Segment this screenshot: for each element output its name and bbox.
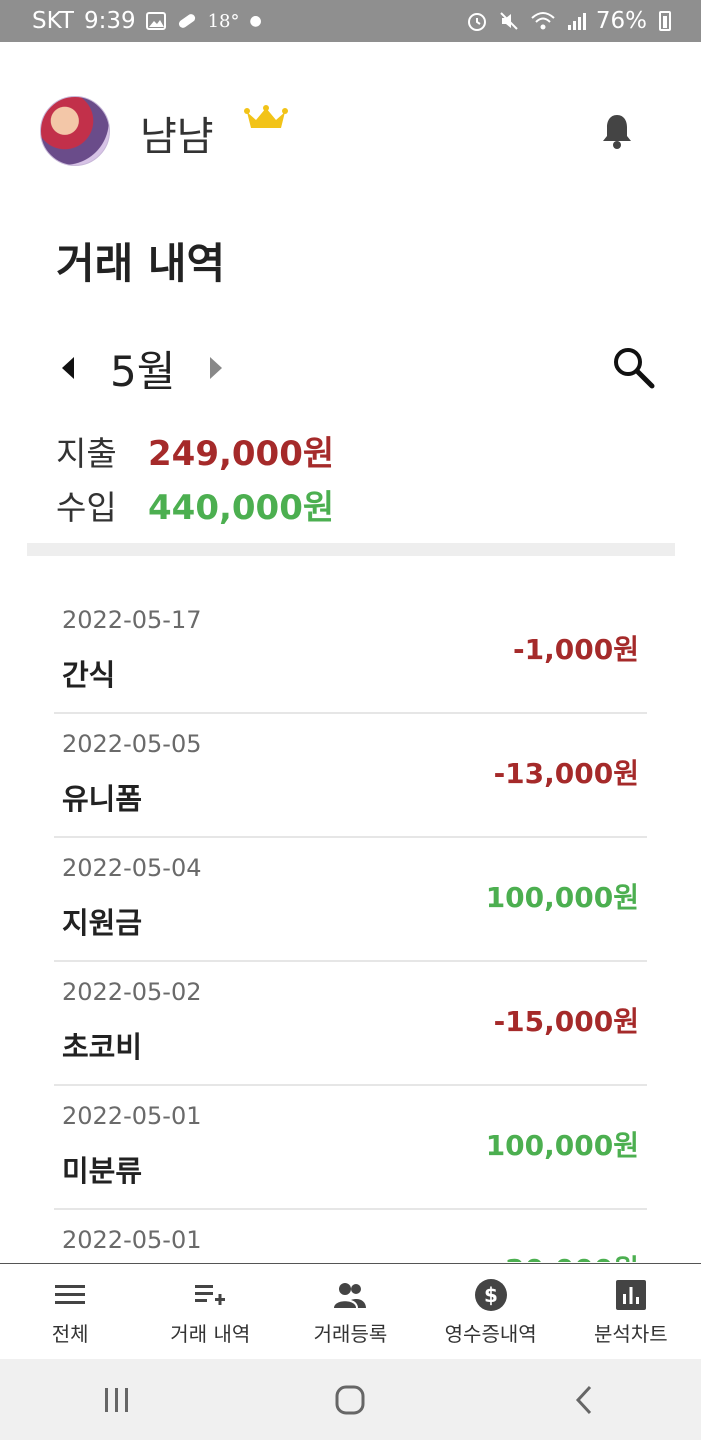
home-icon[interactable] — [320, 1380, 380, 1420]
wifi-icon — [531, 12, 555, 30]
transaction-row[interactable]: 2022-05-17 간식 -1,000원 — [54, 590, 647, 714]
list-add-icon — [195, 1284, 226, 1305]
income-label: 수입 — [56, 488, 117, 527]
username: 냠냠 — [140, 114, 214, 160]
nav-item-analysis[interactable]: 분석차트 — [561, 1278, 701, 1347]
transaction-amount: -15,000원 — [493, 1005, 639, 1038]
people-icon — [334, 1282, 367, 1308]
transaction-date: 2022-05-04 — [62, 854, 202, 882]
transaction-date: 2022-05-02 — [62, 978, 202, 1006]
image-icon — [145, 12, 166, 30]
signal-icon — [567, 13, 586, 30]
dot-icon: ● — [249, 13, 262, 29]
bottom-nav: 전체 거래 내역 거래등록 $ 영수증내역 분석차트 — [0, 1263, 701, 1360]
battery-percent: 76% — [595, 8, 647, 34]
transaction-date: 2022-05-17 — [62, 606, 202, 634]
transaction-name: 미분류 — [62, 1154, 143, 1188]
transaction-name: 초코비 — [62, 1030, 143, 1064]
nav-item-receipts[interactable]: $ 영수증내역 — [421, 1278, 561, 1347]
caret-right-icon[interactable] — [206, 355, 226, 381]
menu-icon — [55, 1284, 86, 1304]
nav-label: 전체 — [51, 1321, 89, 1346]
nav-item-register[interactable]: 거래등록 — [280, 1278, 420, 1347]
transaction-name: 지원금 — [62, 906, 143, 940]
transaction-amount: 100,000원 — [485, 1129, 639, 1162]
carrier: SKT — [32, 8, 74, 34]
transaction-amount: -13,000원 — [493, 757, 639, 790]
transaction-row[interactable]: 2022-05-01 미분류 100,000원 — [54, 1086, 647, 1210]
bar-chart-icon — [615, 1279, 646, 1310]
nav-item-all[interactable]: 전체 — [0, 1278, 140, 1347]
mute-icon — [500, 12, 518, 30]
transaction-name: 유니폼 — [62, 782, 143, 816]
svg-text:$: $ — [484, 1283, 498, 1307]
status-left: SKT 9:39 18° ● — [32, 8, 262, 34]
nav-item-transactions[interactable]: 거래 내역 — [140, 1278, 280, 1347]
nav-label: 분석차트 — [594, 1321, 668, 1346]
nav-label: 거래 내역 — [170, 1321, 251, 1346]
alarm-icon — [467, 13, 486, 31]
section-divider — [27, 543, 675, 556]
recent-apps-icon[interactable] — [87, 1380, 147, 1420]
transaction-list: 2022-05-17 간식 -1,000원 2022-05-05 유니폼 -13… — [54, 590, 647, 1262]
income-summary: 수입 440,000원 — [56, 480, 334, 529]
search-icon[interactable] — [610, 344, 656, 390]
transaction-amount: -1,000원 — [513, 633, 639, 666]
temperature: 18° — [207, 10, 240, 32]
transaction-date: 2022-05-05 — [62, 730, 202, 758]
page-title: 거래 내역 — [56, 239, 226, 288]
pill-icon — [178, 14, 195, 28]
nav-label: 거래등록 — [313, 1321, 388, 1346]
transaction-row[interactable]: 2022-05-01 20,000원 — [54, 1210, 647, 1262]
battery-icon — [659, 11, 671, 31]
transaction-date: 2022-05-01 — [62, 1226, 202, 1254]
nav-label: 영수증내역 — [444, 1321, 537, 1346]
transaction-row[interactable]: 2022-05-04 지원금 100,000원 — [54, 838, 647, 962]
transaction-date: 2022-05-01 — [62, 1102, 202, 1130]
avatar[interactable] — [40, 96, 110, 166]
crown-icon — [244, 105, 288, 128]
back-icon[interactable] — [554, 1380, 614, 1420]
status-bar: SKT 9:39 18° ● 76% — [0, 0, 701, 42]
transaction-amount: 100,000원 — [485, 881, 639, 914]
bell-icon[interactable] — [600, 112, 634, 150]
transaction-row[interactable]: 2022-05-05 유니폼 -13,000원 — [54, 714, 647, 838]
transaction-amount: 20,000원 — [505, 1248, 639, 1262]
income-amount: 440,000원 — [148, 488, 335, 528]
system-nav — [0, 1359, 701, 1440]
status-right: 76% — [466, 8, 671, 34]
caret-left-icon[interactable] — [58, 355, 78, 381]
expense-label: 지출 — [56, 434, 117, 473]
dollar-icon: $ — [474, 1278, 507, 1311]
transaction-row[interactable]: 2022-05-02 초코비 -15,000원 — [54, 962, 647, 1086]
expense-summary: 지출 249,000원 — [56, 426, 334, 475]
clock: 9:39 — [83, 8, 136, 34]
transaction-name: 간식 — [62, 658, 116, 692]
month-label: 5월 — [110, 347, 176, 396]
expense-amount: 249,000원 — [148, 434, 335, 474]
